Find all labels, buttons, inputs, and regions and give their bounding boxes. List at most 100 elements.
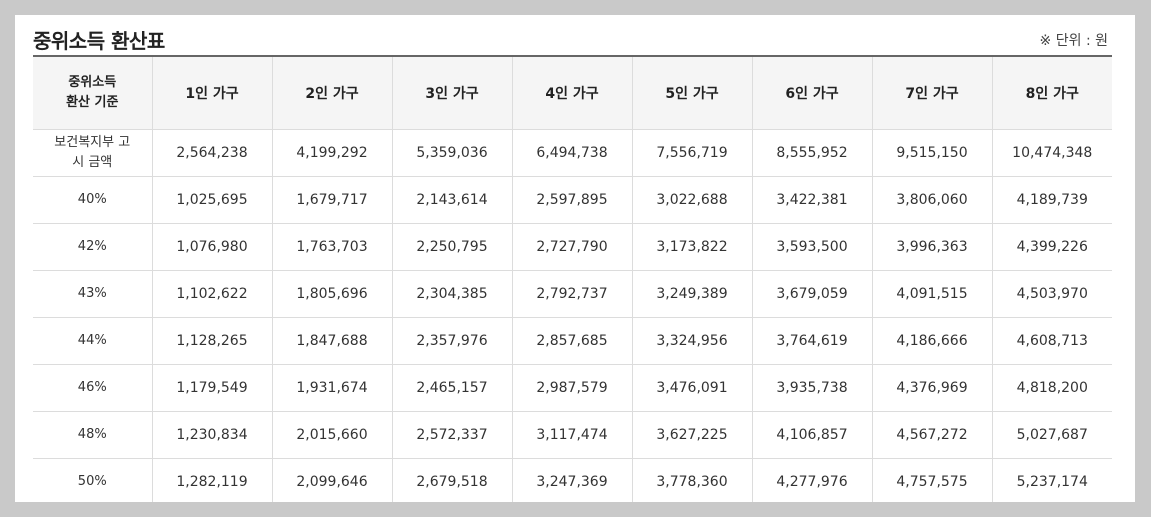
table-cell: 1,282,119 xyxy=(151,458,273,502)
row-label-line1: 42% xyxy=(77,239,107,254)
row-label: 42% xyxy=(33,223,153,271)
header-household-4: 4인 가구 xyxy=(511,55,633,130)
table-row: 46% 1,179,549 1,931,674 2,465,157 2,987,579 3… xyxy=(33,364,1112,412)
table-cell: 2,250,795 xyxy=(391,223,513,271)
table-cell: 3,679,059 xyxy=(751,270,873,318)
row-label-line1: 40% xyxy=(77,192,107,207)
table-cell: 3,173,822 xyxy=(631,223,753,271)
table-cell: 3,476,091 xyxy=(631,364,753,412)
table-cell: 2,857,685 xyxy=(511,317,633,365)
table-cell: 3,324,956 xyxy=(631,317,753,365)
table-row: 보건복지부 고시 금액 2,564,238 4,199,292 5,359,036 6,… xyxy=(33,129,1112,177)
table-cell: 7,556,719 xyxy=(631,129,753,177)
row-label: 40% xyxy=(33,176,153,224)
table-cell: 1,179,549 xyxy=(151,364,273,412)
table-cell: 4,106,857 xyxy=(751,411,873,459)
table-cell: 3,806,060 xyxy=(871,176,993,224)
header-household-6: 6인 가구 xyxy=(751,55,873,130)
table-cell: 4,399,226 xyxy=(991,223,1112,271)
table-cell: 1,847,688 xyxy=(271,317,393,365)
row-label-line1: 44% xyxy=(77,333,107,348)
table-cell: 1,763,703 xyxy=(271,223,393,271)
header-household-5: 5인 가구 xyxy=(631,55,753,130)
table-cell: 1,025,695 xyxy=(151,176,273,224)
table-cell: 6,494,738 xyxy=(511,129,633,177)
table-row: 40% 1,025,695 1,679,717 2,143,614 2,597,895 3… xyxy=(33,176,1112,224)
table-cell: 4,567,272 xyxy=(871,411,993,459)
table-cell: 1,128,265 xyxy=(151,317,273,365)
table-cell: 3,764,619 xyxy=(751,317,873,365)
table-cell: 4,757,575 xyxy=(871,458,993,502)
row-label: 48% xyxy=(33,411,153,459)
table-cell: 3,593,500 xyxy=(751,223,873,271)
header-household-7: 7인 가구 xyxy=(871,55,993,130)
table-cell: 9,515,150 xyxy=(871,129,993,177)
table-cell: 1,931,674 xyxy=(271,364,393,412)
table-cell: 2,572,337 xyxy=(391,411,513,459)
table-header-row: 중위소득 환산 기준 1인 가구 2인 가구 3인 가구 4인 가구 5인 가구… xyxy=(33,55,1112,130)
table-row: 42% 1,076,980 1,763,703 2,250,795 2,727,790 3… xyxy=(33,223,1112,271)
header-household-8: 8인 가구 xyxy=(991,55,1112,130)
table-cell: 3,117,474 xyxy=(511,411,633,459)
table-cell: 2,143,614 xyxy=(391,176,513,224)
table-cell: 3,935,738 xyxy=(751,364,873,412)
row-label-line1: 보건복지부 고 xyxy=(54,135,131,150)
table-cell: 2,792,737 xyxy=(511,270,633,318)
table-cell: 2,564,238 xyxy=(151,129,273,177)
table-cell: 2,679,518 xyxy=(391,458,513,502)
table-cell: 4,376,969 xyxy=(871,364,993,412)
page-title: 중위소득 환산표 xyxy=(33,29,165,53)
table-cell: 4,503,970 xyxy=(991,270,1112,318)
header-household-2: 2인 가구 xyxy=(271,55,393,130)
table-cell: 1,230,834 xyxy=(151,411,273,459)
table-cell: 4,199,292 xyxy=(271,129,393,177)
table-cell: 3,022,688 xyxy=(631,176,753,224)
income-table-card: 중위소득 환산표 ※ 단위 : 원 중위소득 환산 기준 1인 가구 2인 가구… xyxy=(15,15,1135,502)
table-cell: 3,996,363 xyxy=(871,223,993,271)
table-cell: 3,249,389 xyxy=(631,270,753,318)
header-criteria-line2: 환산 기준 xyxy=(66,95,119,110)
row-label: 43% xyxy=(33,270,153,318)
row-label-line1: 43% xyxy=(77,286,107,301)
table-cell: 2,597,895 xyxy=(511,176,633,224)
table-cell: 5,027,687 xyxy=(991,411,1112,459)
table-cell: 3,422,381 xyxy=(751,176,873,224)
row-label: 보건복지부 고시 금액 xyxy=(33,129,153,177)
header-household-1: 1인 가구 xyxy=(151,55,273,130)
header-household-3: 3인 가구 xyxy=(391,55,513,130)
table-cell: 2,987,579 xyxy=(511,364,633,412)
table-cell: 8,555,952 xyxy=(751,129,873,177)
table-cell: 2,099,646 xyxy=(271,458,393,502)
table-cell: 1,805,696 xyxy=(271,270,393,318)
row-label: 46% xyxy=(33,364,153,412)
table-cell: 10,474,348 xyxy=(991,129,1112,177)
table-cell: 3,778,360 xyxy=(631,458,753,502)
row-label-line1: 48% xyxy=(77,427,107,442)
table-cell: 4,818,200 xyxy=(991,364,1112,412)
row-label: 50% xyxy=(33,458,153,502)
table-cell: 1,076,980 xyxy=(151,223,273,271)
table-cell: 2,015,660 xyxy=(271,411,393,459)
row-label-line1: 50% xyxy=(77,474,107,489)
table-cell: 1,679,717 xyxy=(271,176,393,224)
table-cell: 2,304,385 xyxy=(391,270,513,318)
table-cell: 2,727,790 xyxy=(511,223,633,271)
table-cell: 2,465,157 xyxy=(391,364,513,412)
table-cell: 2,357,976 xyxy=(391,317,513,365)
table-cell: 4,186,666 xyxy=(871,317,993,365)
table-cell: 5,359,036 xyxy=(391,129,513,177)
table-cell: 3,247,369 xyxy=(511,458,633,502)
unit-note: ※ 단위 : 원 xyxy=(1039,33,1108,49)
header-criteria: 중위소득 환산 기준 xyxy=(33,55,153,130)
table-cell: 3,627,225 xyxy=(631,411,753,459)
row-label-line1: 46% xyxy=(77,380,107,395)
table-cell: 5,237,174 xyxy=(991,458,1112,502)
table-cell: 1,102,622 xyxy=(151,270,273,318)
header-criteria-line1: 중위소득 xyxy=(68,75,117,90)
table-cell: 4,091,515 xyxy=(871,270,993,318)
table-cell: 4,277,976 xyxy=(751,458,873,502)
table-row: 50% 1,282,119 2,099,646 2,679,518 3,247,369 3… xyxy=(33,458,1112,502)
table-row: 43% 1,102,622 1,805,696 2,304,385 2,792,737 3… xyxy=(33,270,1112,318)
row-label-line2: 시 금액 xyxy=(72,155,113,170)
table-cell: 4,608,713 xyxy=(991,317,1112,365)
